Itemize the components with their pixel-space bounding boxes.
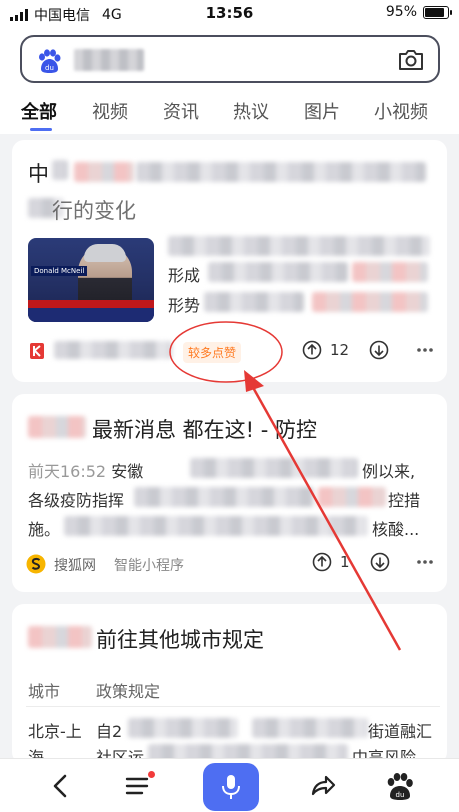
- source-name[interactable]: 搜狐网: [54, 555, 96, 575]
- tab-bar: 全部 视频 资讯 热议 图片 小视频: [0, 94, 459, 134]
- result-title[interactable]: 最新消息 都在这! - 防控: [92, 414, 317, 444]
- snippet-line1-start: 安徽: [111, 462, 144, 481]
- blurred-text: [136, 162, 426, 182]
- snippet-line2-start: 各级疫防指挥: [28, 491, 125, 510]
- snippet-line3: 形势: [168, 296, 201, 315]
- baidu-paw-icon: du: [39, 49, 61, 73]
- blurred-text: [128, 718, 238, 738]
- snippet-line1: 前天16:52 安徽: [28, 458, 143, 482]
- table-cell-policy: 自2: [96, 722, 123, 741]
- result-title-start[interactable]: 中: [28, 158, 49, 188]
- svg-text:du: du: [396, 791, 405, 799]
- thumbnail-caption: Donald McNeil: [31, 266, 88, 276]
- result-card-3[interactable]: 前往其他城市规定 城市 政策规定 北京-上 海 自2 街道融汇 社区运 中高风险: [12, 604, 447, 767]
- result-title[interactable]: 前往其他城市规定: [96, 624, 264, 654]
- active-tab-indicator: [30, 128, 52, 131]
- tab-images[interactable]: 图片: [304, 98, 340, 124]
- result-thumbnail[interactable]: Donald McNeil: [28, 238, 154, 322]
- table-header-policy: 政策规定: [96, 682, 161, 701]
- table-header-city: 城市: [28, 682, 61, 701]
- voice-search-button[interactable]: [203, 763, 259, 811]
- blurred-text: [312, 292, 428, 312]
- arrow-down-circle-icon[interactable]: [370, 552, 390, 572]
- blurred-text: [208, 262, 348, 282]
- upvote-button[interactable]: 1: [312, 552, 350, 572]
- source-logo-icon: [30, 343, 44, 359]
- blurred-text: [204, 292, 304, 312]
- thumbnail-ticker-red: [28, 300, 154, 308]
- thumbnail-hair: [84, 244, 126, 262]
- more-icon[interactable]: [416, 347, 434, 353]
- snippet-line1-end: 例以来,: [362, 462, 416, 481]
- thumbnail-ticker-blue: [28, 308, 154, 322]
- blurred-text: [64, 516, 368, 536]
- likes-badge: 较多点赞: [183, 342, 242, 363]
- table-cell-policy-end: 街道融汇: [368, 722, 433, 741]
- snippet-time: 前天16:52: [28, 462, 107, 481]
- battery-icon: [423, 5, 452, 19]
- blurred-text: [352, 262, 428, 282]
- more-icon[interactable]: [416, 559, 434, 565]
- blurred-text: [252, 718, 368, 738]
- bottom-nav: du: [0, 758, 459, 812]
- snippet-line3-end: 核酸...: [372, 520, 420, 539]
- result-card-2[interactable]: 最新消息 都在这! - 防控 前天16:52 安徽 例以来, 各级疫防指挥 控措…: [12, 394, 447, 592]
- blurred-text: [190, 458, 358, 478]
- tab-all[interactable]: 全部: [21, 98, 57, 124]
- chevron-left-icon[interactable]: [44, 769, 78, 803]
- source-type: 智能小程序: [114, 558, 184, 574]
- snippet-line2: 形成: [168, 266, 201, 285]
- tab-short-video[interactable]: 小视频: [374, 98, 428, 124]
- table-divider: [26, 706, 440, 707]
- status-right: 95%: [385, 4, 452, 20]
- snippet-line2-end: 控措: [388, 491, 421, 510]
- sohu-logo-icon: [26, 554, 46, 574]
- blurred-text: [28, 626, 92, 648]
- blurred-text: [318, 487, 386, 507]
- arrow-down-circle-icon[interactable]: [369, 340, 389, 360]
- upvote-count: 12: [330, 341, 350, 359]
- tab-news[interactable]: 资讯: [163, 98, 199, 124]
- blurred-text: [74, 162, 134, 182]
- arrow-up-circle-icon: [302, 340, 322, 360]
- snippet-line3-start: 施。: [28, 520, 61, 539]
- blurred-text: [168, 236, 430, 256]
- blurred-text: [28, 416, 86, 438]
- microphone-icon: [222, 775, 240, 799]
- baidu-home-icon[interactable]: du: [383, 769, 417, 803]
- share-icon[interactable]: [306, 769, 340, 803]
- blurred-text: [52, 160, 68, 180]
- tab-discussion[interactable]: 热议: [233, 98, 269, 124]
- table-cell-city: 北京-上: [28, 722, 82, 741]
- search-header: du 全部 视频 资讯 热议 图片 小视频: [0, 26, 459, 134]
- upvote-button[interactable]: 12: [302, 340, 349, 360]
- status-bar: 中国电信 4G 13:56 95%: [0, 0, 459, 26]
- notification-dot: [148, 771, 155, 778]
- arrow-up-circle-icon: [312, 552, 332, 572]
- tab-video[interactable]: 视频: [92, 98, 128, 124]
- svg-text:du: du: [45, 64, 54, 72]
- result-card-1[interactable]: 中 行的变化 Donald McNeil 形成 形势 较多点赞 12: [12, 140, 447, 382]
- upvote-count: 1: [340, 553, 350, 571]
- search-input[interactable]: du: [20, 35, 440, 83]
- camera-icon[interactable]: [398, 49, 424, 71]
- battery-percent: 95%: [385, 4, 417, 20]
- blurred-search-query: [74, 49, 144, 71]
- result-title-line2[interactable]: 行的变化: [52, 195, 136, 225]
- blurred-source: [54, 341, 172, 359]
- blurred-text: [134, 487, 314, 507]
